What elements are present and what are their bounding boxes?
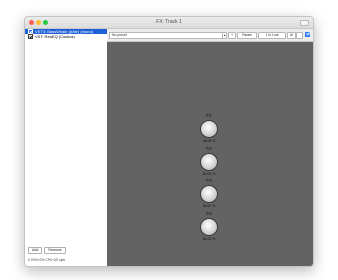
title-bar: FX: Track 1 (25, 17, 313, 29)
io-button[interactable]: 1 in 1 out (258, 32, 286, 39)
plugin-item-label: VST: ReaEQ (Cockos) (35, 34, 75, 39)
plugin-ui-panel: F1 48.08 % F2 50.00 % F3 66.67 % F4 66.2… (107, 42, 313, 266)
preset-stepper[interactable]: ▴ (222, 32, 227, 39)
plugin-enable-checkbox[interactable] (28, 34, 33, 39)
knob-value: 50.00 % (202, 172, 216, 176)
knob-f4[interactable]: F4 66.22 % (191, 212, 227, 241)
knob-label: F3 (206, 179, 212, 184)
knob-label: F4 (206, 212, 212, 217)
preset-dropdown[interactable]: No preset (109, 32, 223, 39)
toolbar-toggle-button[interactable] (300, 20, 309, 26)
knob-label: F2 (206, 147, 212, 152)
knob-value: 66.22 % (202, 237, 216, 241)
fx-window: FX: Track 1 VST3: BassWhale (jsfile) (mo… (24, 16, 314, 267)
plugin-list: VST3: BassWhale (jsfile) (mono) VST: Rea… (25, 29, 107, 39)
knob-value: 48.08 % (202, 139, 216, 143)
ui-button[interactable]: UI (287, 32, 296, 39)
knob-dial[interactable] (200, 153, 218, 171)
knob-dial[interactable] (200, 120, 218, 138)
plugin-sidebar: VST3: BassWhale (jsfile) (mono) VST: Rea… (25, 29, 108, 266)
knob-f2[interactable]: F2 50.00 % (191, 147, 227, 176)
param-button[interactable]: Param (237, 32, 257, 39)
knob-f3[interactable]: F3 66.67 % (191, 179, 227, 208)
fx-toolbar: No preset ▴ + Param 1 in 1 out UI (107, 29, 313, 42)
remove-button[interactable]: Remove (44, 247, 66, 254)
knob-f1[interactable]: F1 48.08 % (191, 114, 227, 143)
add-preset-button[interactable]: + (228, 32, 236, 39)
knob-dial[interactable] (200, 218, 218, 236)
knob-dial[interactable] (200, 185, 218, 203)
plugin-buttons: Add Remove (28, 247, 66, 254)
add-button[interactable]: Add (28, 247, 43, 254)
window-title: FX: Track 1 (156, 19, 182, 25)
plugin-item-reaeq[interactable]: VST: ReaEQ (Cockos) (25, 34, 107, 39)
knob-value: 66.67 % (202, 204, 216, 208)
bypass-checkbox[interactable] (305, 32, 310, 37)
knob-label: F1 (206, 114, 212, 119)
options-button[interactable] (296, 32, 303, 39)
cpu-status: 0.0%/0.0% CPU 0/0 spls (28, 258, 66, 262)
